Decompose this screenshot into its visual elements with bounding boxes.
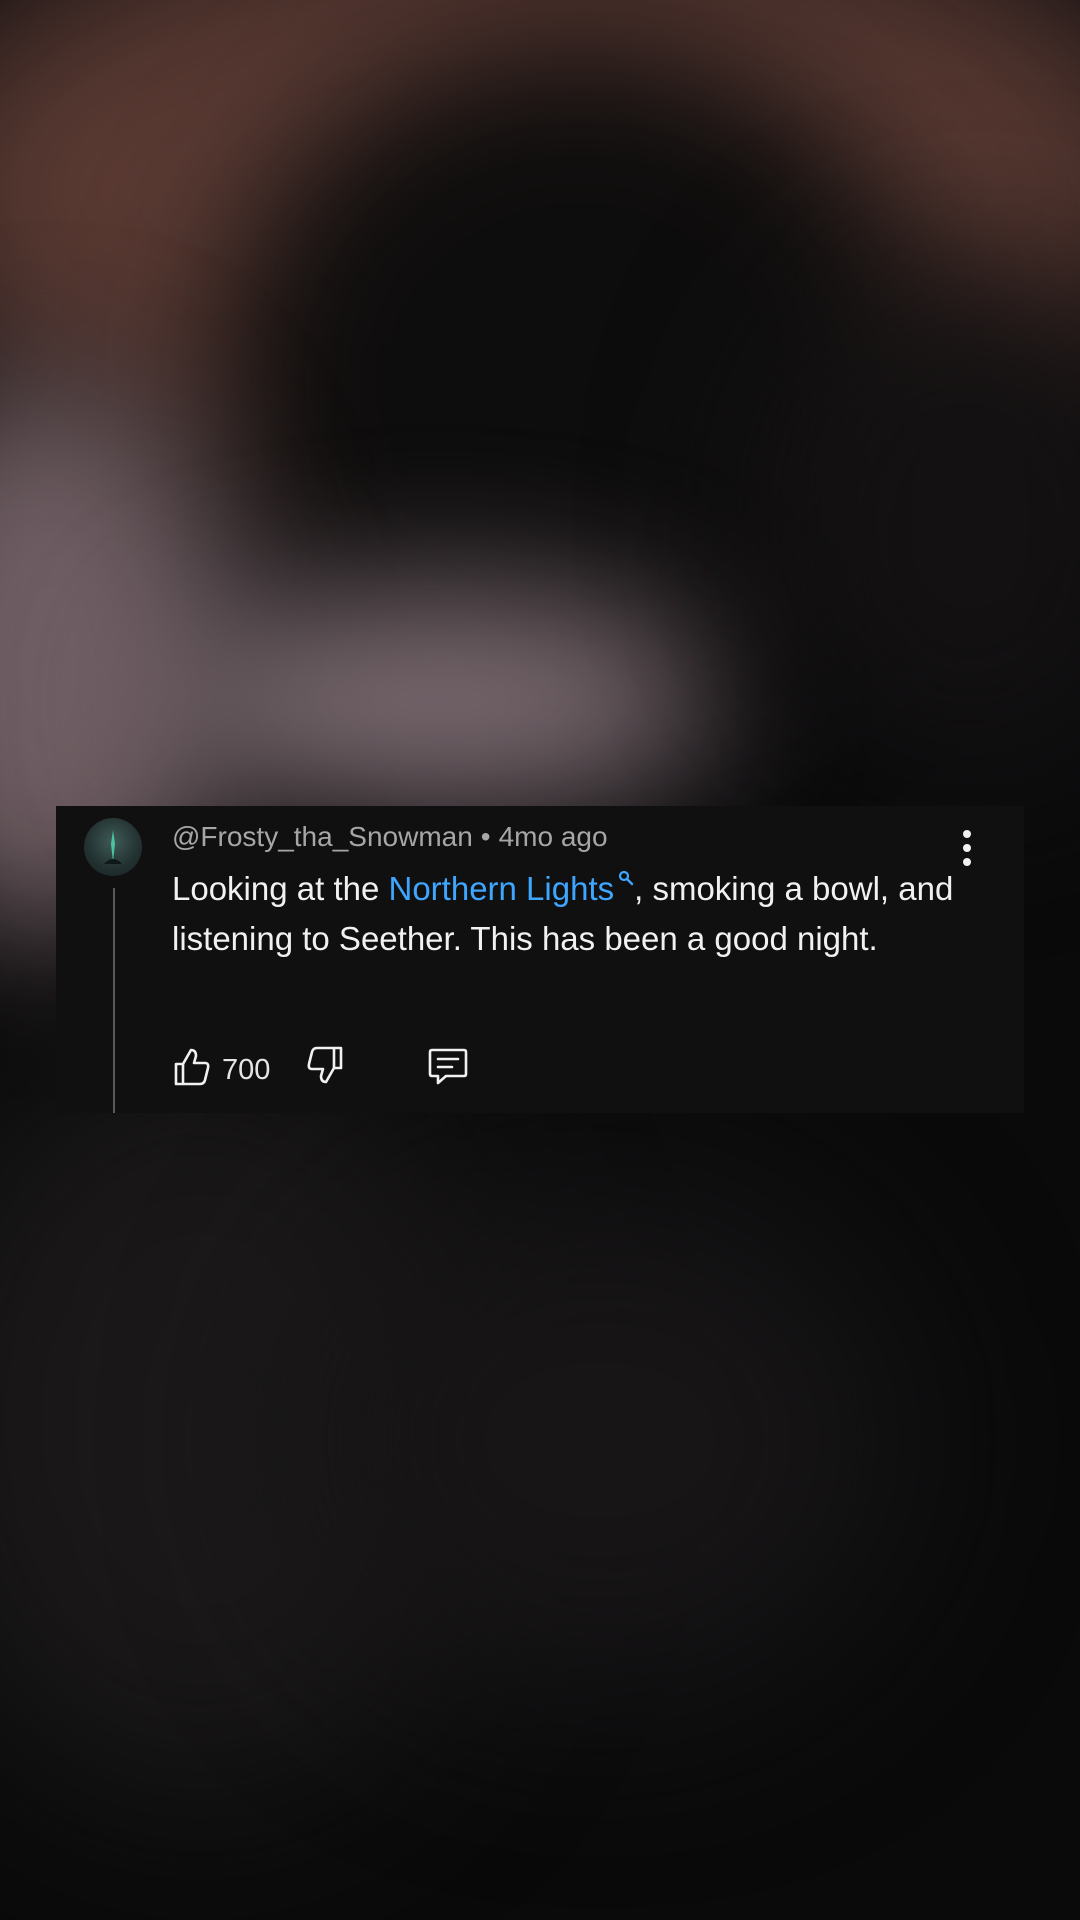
comment-text-start: Looking at the <box>172 870 389 907</box>
meta-separator: • <box>480 821 491 852</box>
northern-lights-link[interactable]: Northern Lights <box>389 870 635 907</box>
like-button[interactable] <box>172 1044 212 1093</box>
reply-button[interactable] <box>426 1044 470 1093</box>
thread-line <box>113 888 115 1113</box>
link-label: Northern Lights <box>388 870 615 907</box>
comment-author[interactable]: @Frosty_tha_Snowman <box>172 821 473 852</box>
dislike-button[interactable] <box>305 1044 345 1093</box>
comment-reply-icon <box>428 1048 468 1085</box>
comment-text: Looking at the Northern Lights, smoking … <box>172 864 972 964</box>
search-icon <box>619 870 634 886</box>
comment-meta: @Frosty_tha_Snowman • 4mo ago <box>172 820 608 854</box>
thumb-up-icon <box>174 1048 210 1086</box>
like-count: 700 <box>222 1054 271 1086</box>
avatar[interactable] <box>84 818 142 876</box>
more-vert-icon <box>963 830 971 838</box>
more-options-button[interactable] <box>952 828 982 868</box>
comment-timestamp[interactable]: 4mo ago <box>499 821 608 852</box>
comment-card: @Frosty_tha_Snowman • 4mo ago Looking at t… <box>56 806 1024 1113</box>
avatar-image <box>104 830 122 864</box>
thumb-down-icon <box>307 1046 343 1084</box>
